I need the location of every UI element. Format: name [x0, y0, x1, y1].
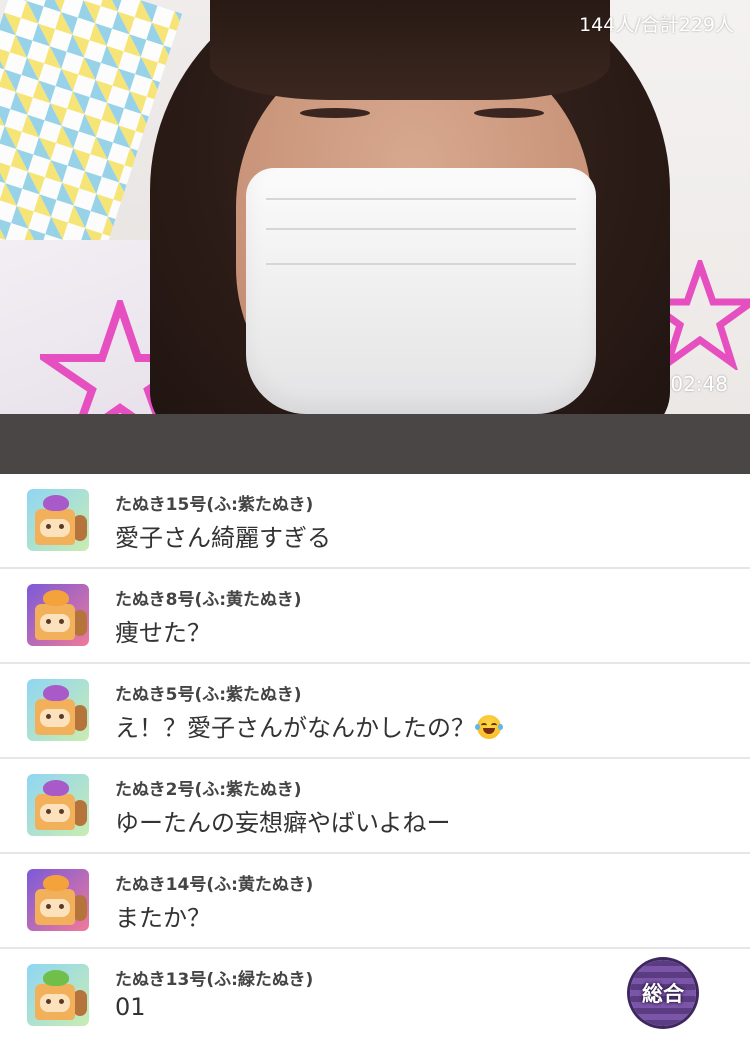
streamer-eye-right	[474, 108, 544, 118]
comment-item[interactable]: たぬき15号(ふ:紫たぬき) 愛子さん綺麗すぎる	[0, 474, 750, 569]
comment-item[interactable]: たぬき5号(ふ:紫たぬき) え！？愛子さんがなんかしたの？	[0, 664, 750, 759]
tanuki-avatar-icon[interactable]	[27, 584, 89, 646]
comment-text: またか？	[115, 904, 211, 932]
face-mask	[246, 168, 596, 414]
comment-author: たぬき8号(ふ:黄たぬき)	[115, 590, 302, 610]
comment-author: たぬき14号(ふ:黄たぬき)	[115, 875, 314, 895]
comment-item[interactable]: たぬき2号(ふ:紫たぬき) ゆーたんの妄想癖やばいよねー	[0, 759, 750, 854]
tanuki-avatar-icon[interactable]	[27, 774, 89, 836]
overall-button-label: 総合	[642, 982, 684, 1006]
comment-text: 愛子さん綺麗すぎる	[115, 524, 331, 552]
comment-author: たぬき13号(ふ:緑たぬき)	[115, 970, 314, 990]
stream-control-bar	[0, 414, 750, 474]
comment-item[interactable]: たぬき14号(ふ:黄たぬき) またか？	[0, 854, 750, 949]
streamer-eye-left	[300, 108, 370, 118]
comment-author: たぬき2号(ふ:紫たぬき)	[115, 780, 302, 800]
joy-tears-emoji-icon	[475, 715, 503, 739]
tanuki-avatar-icon[interactable]	[27, 679, 89, 741]
elapsed-timer: 02:48	[670, 372, 728, 396]
tanuki-avatar-icon[interactable]	[27, 964, 89, 1026]
video-stream[interactable]: 144人/合計229人 02:48	[0, 0, 750, 414]
comment-text: 01	[115, 993, 146, 1021]
comment-text: え！？愛子さんがなんかしたの？	[115, 714, 475, 742]
comment-text: 痩せた？	[115, 619, 211, 647]
streamer-bangs	[210, 0, 610, 100]
viewer-count: 144人/合計229人	[579, 14, 734, 36]
tanuki-avatar-icon[interactable]	[27, 869, 89, 931]
comment-author: たぬき15号(ふ:紫たぬき)	[115, 495, 314, 515]
comment-text: ゆーたんの妄想癖やばいよねー	[115, 809, 451, 837]
comment-text-with-emoji: え！？愛子さんがなんかしたの？	[115, 708, 503, 743]
comment-item[interactable]: たぬき8号(ふ:黄たぬき) 痩せた？	[0, 569, 750, 664]
overall-ranking-button[interactable]: 総合	[630, 960, 696, 1026]
tanuki-avatar-icon[interactable]	[27, 489, 89, 551]
comment-list[interactable]: たぬき15号(ふ:紫たぬき) 愛子さん綺麗すぎる たぬき8号(ふ:黄たぬき) 痩…	[0, 474, 750, 1042]
comment-author: たぬき5号(ふ:紫たぬき)	[115, 685, 302, 705]
